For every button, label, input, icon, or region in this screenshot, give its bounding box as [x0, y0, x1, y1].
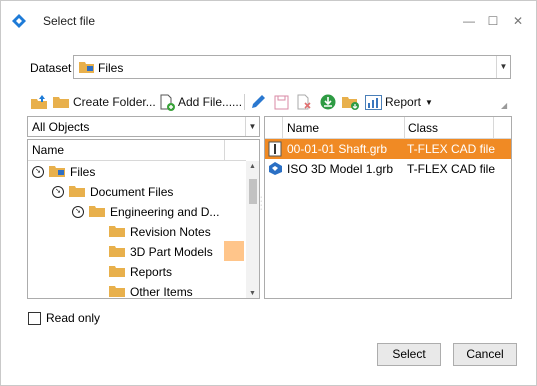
- folder-download-button[interactable]: [342, 91, 360, 113]
- folder-icon: [109, 244, 126, 261]
- expand-toggle-icon[interactable]: ➘: [32, 166, 44, 178]
- file-row[interactable]: 00-01-01 Shaft.grb T-FLEX CAD file: [265, 139, 511, 159]
- tree-node-reports[interactable]: Reports: [109, 262, 172, 282]
- folder-up-icon: [31, 94, 48, 110]
- tree-node-document-files[interactable]: ➘ Document Files: [52, 182, 173, 202]
- cancel-button[interactable]: Cancel: [453, 343, 517, 366]
- file-class: T-FLEX CAD file: [407, 162, 496, 176]
- folder-icon: [109, 264, 126, 281]
- chevron-down-icon: ▼: [425, 97, 433, 107]
- column-separator: [404, 117, 405, 138]
- cad-file-icon: [268, 141, 282, 160]
- folder-icon: [53, 95, 70, 109]
- select-button[interactable]: Select: [377, 343, 441, 366]
- column-class[interactable]: Class: [408, 121, 438, 135]
- folder-icon: [69, 184, 86, 201]
- tree-node-other-items[interactable]: Other Items: [109, 282, 193, 299]
- add-file-icon: [160, 94, 175, 111]
- object-filter-select[interactable]: All Objects ▼: [27, 116, 260, 137]
- tree-node-label: 3D Part Models: [130, 245, 213, 259]
- folder-user-icon: [79, 60, 95, 77]
- scroll-up-icon[interactable]: ▲: [249, 163, 256, 170]
- column-separator: [224, 140, 225, 160]
- edit-button[interactable]: [250, 91, 266, 113]
- dataset-value: Files: [98, 61, 124, 75]
- panel-splitter[interactable]: · · · ·: [260, 194, 263, 213]
- app-icon: [11, 13, 27, 29]
- title-bar: Select file — ☐ ✕: [1, 1, 536, 41]
- expand-toggle-icon[interactable]: ➘: [52, 186, 64, 198]
- file-list: Name Class 00-01-01 Shaft.grb T-FLEX CAD…: [264, 116, 512, 299]
- minimize-button[interactable]: —: [459, 11, 479, 31]
- folder-icon: [89, 204, 106, 221]
- tree-node-label: Document Files: [90, 185, 174, 199]
- tree-node-label: Files: [70, 165, 96, 179]
- tree-node-label: Revision Notes: [130, 225, 211, 239]
- resize-grip-icon[interactable]: ◢: [501, 101, 507, 110]
- file-name: 00-01-01 Shaft.grb: [287, 142, 388, 156]
- column-separator: [493, 117, 494, 138]
- read-only-checkbox[interactable]: [28, 311, 41, 325]
- file-row[interactable]: ISO 3D Model 1.grb T-FLEX CAD file: [265, 159, 511, 179]
- pencil-icon: [250, 94, 266, 110]
- report-label: Report: [385, 95, 422, 109]
- select-file-dialog: Select file — ☐ ✕ Dataset Files ▼ Create…: [0, 0, 537, 386]
- column-separator: [282, 117, 283, 138]
- toolbar: Create Folder... Add File...... Report ▼: [29, 91, 519, 113]
- tree-node-label: Other Items: [130, 285, 193, 299]
- tree-node-label: Reports: [130, 265, 173, 279]
- scroll-down-icon[interactable]: ▼: [249, 290, 256, 297]
- cad-model-icon: [268, 161, 283, 179]
- window-title: Select file: [43, 14, 96, 28]
- create-folder-label: Create Folder...: [73, 95, 156, 109]
- maximize-button[interactable]: ☐: [483, 11, 503, 31]
- save-button[interactable]: [274, 91, 289, 113]
- delete-file-button[interactable]: [297, 91, 312, 113]
- download-icon: [320, 94, 336, 110]
- save-icon: [274, 95, 289, 110]
- file-name: ISO 3D Model 1.grb: [287, 162, 394, 176]
- tree-scrollbar[interactable]: ▲ ▼: [246, 161, 259, 298]
- scrollbar-thumb[interactable]: [249, 179, 257, 204]
- tree-selection-highlight: [224, 241, 244, 261]
- folder-user-icon: [49, 164, 66, 181]
- tree-column-name[interactable]: Name: [32, 143, 64, 157]
- folder-icon: [109, 284, 126, 299]
- folder-download-icon: [342, 94, 360, 110]
- report-button[interactable]: Report ▼: [365, 91, 433, 113]
- report-icon: [365, 94, 382, 110]
- delete-file-icon: [297, 94, 312, 110]
- toolbar-separator: [244, 94, 245, 110]
- create-folder-button[interactable]: Create Folder...: [53, 91, 156, 113]
- add-file-label: Add File......: [178, 95, 243, 109]
- file-class: T-FLEX CAD file: [407, 142, 496, 156]
- tree-node-label: Engineering and D...: [110, 205, 220, 219]
- chevron-down-icon[interactable]: ▼: [245, 117, 259, 136]
- read-only-label: Read only: [46, 311, 101, 325]
- tree-node-revision-notes[interactable]: Revision Notes: [109, 222, 211, 242]
- read-only-option[interactable]: Read only: [28, 311, 100, 325]
- tree-header: Name: [28, 140, 246, 161]
- folder-up-button[interactable]: [31, 91, 48, 113]
- tree-node-3d-part-models[interactable]: 3D Part Models: [109, 242, 213, 262]
- folder-tree: Name ➘ Files ➘ Document Files ➘ Engineer…: [27, 139, 260, 299]
- chevron-down-icon[interactable]: ▼: [496, 56, 510, 78]
- tree-node-files[interactable]: ➘ Files: [32, 162, 95, 182]
- dataset-select[interactable]: Files ▼: [73, 55, 511, 79]
- folder-icon: [109, 224, 126, 241]
- expand-toggle-icon[interactable]: ➘: [72, 206, 84, 218]
- object-filter-value: All Objects: [32, 120, 90, 134]
- tree-node-engineering[interactable]: ➘ Engineering and D...: [72, 202, 219, 222]
- download-button[interactable]: [320, 91, 336, 113]
- file-list-header: Name Class: [265, 117, 511, 139]
- close-button[interactable]: ✕: [508, 11, 528, 31]
- column-name[interactable]: Name: [287, 121, 319, 135]
- add-file-button[interactable]: Add File......: [160, 91, 242, 113]
- dataset-label: Dataset: [30, 61, 72, 75]
